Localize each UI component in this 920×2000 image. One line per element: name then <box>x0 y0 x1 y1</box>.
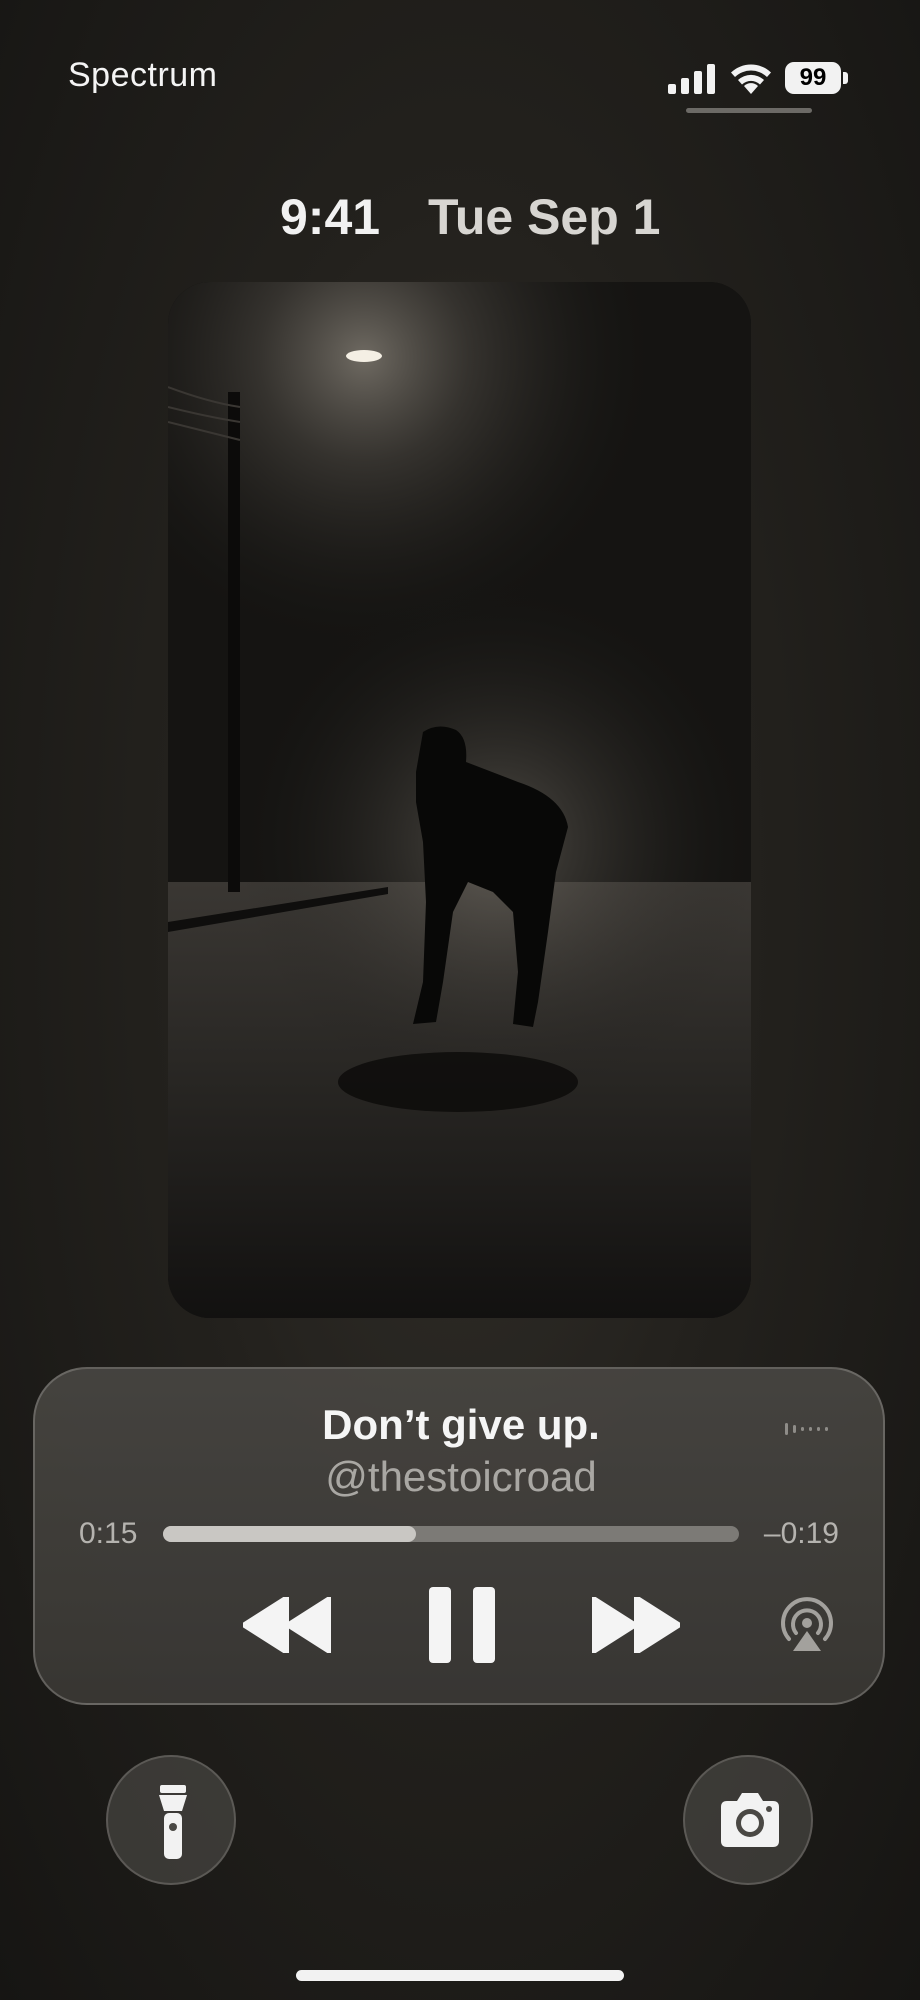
airplay-button[interactable] <box>779 1597 835 1653</box>
track-title: Don’t give up. <box>322 1401 600 1448</box>
carrier-name: Spectrum <box>68 56 218 94</box>
status-indicator-bar <box>686 108 812 113</box>
clock-date: Tue Sep 1 <box>428 189 661 245</box>
battery-icon: 99 <box>785 62 849 94</box>
cellular-signal-icon <box>668 64 715 94</box>
now-playing-widget: Don’t give up. @thestoicroad 0:15 –0:19 <box>33 1367 885 1705</box>
progress-fill <box>163 1526 417 1542</box>
now-playing-artwork <box>168 282 751 1318</box>
home-indicator[interactable] <box>296 1970 624 1981</box>
camera-button[interactable] <box>683 1755 813 1885</box>
flashlight-icon <box>159 1785 187 1859</box>
playback-scrubber[interactable] <box>163 1526 739 1542</box>
status-bar: Spectrum 99 <box>0 0 920 120</box>
flashlight-button[interactable] <box>106 1755 236 1885</box>
waveform-icon <box>785 1423 828 1435</box>
battery-level: 99 <box>785 62 841 94</box>
rewind-button[interactable] <box>243 1597 331 1653</box>
lock-screen-clock: 9:41 Tue Sep 1 <box>0 188 920 248</box>
fast-forward-button[interactable] <box>592 1597 680 1653</box>
fast-forward-icon <box>592 1597 680 1653</box>
clock-time: 9:41 <box>280 189 381 245</box>
pause-icon <box>429 1587 495 1663</box>
camera-icon <box>721 1793 779 1847</box>
track-artist[interactable]: @thestoicroad <box>35 1453 887 1501</box>
wifi-icon <box>731 64 771 94</box>
rewind-icon <box>243 1597 331 1653</box>
battery-tip <box>843 72 848 84</box>
remaining-time: –0:19 <box>763 1517 839 1550</box>
pause-button[interactable] <box>429 1587 495 1663</box>
elapsed-time: 0:15 <box>79 1517 138 1550</box>
